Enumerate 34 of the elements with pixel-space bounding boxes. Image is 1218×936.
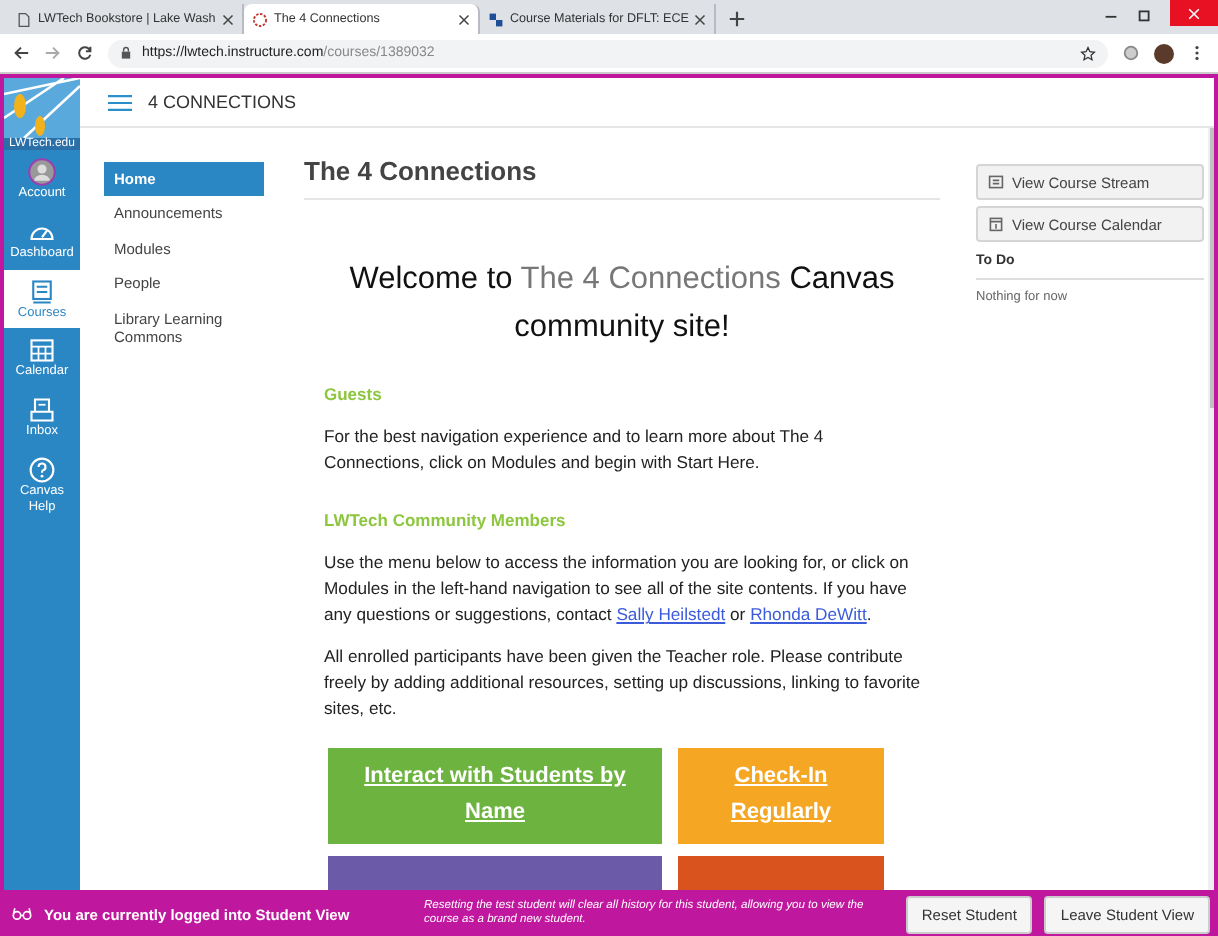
inbox-icon: [28, 396, 56, 425]
contact-link[interactable]: Sally Heilstedt: [616, 604, 726, 625]
contact-link[interactable]: Rhonda DeWitt: [750, 604, 867, 625]
close-icon: [1186, 5, 1202, 21]
loading-ring-icon: [252, 11, 268, 27]
breadcrumb[interactable]: 4 CONNECTIONS: [148, 92, 297, 112]
close-icon[interactable]: [694, 13, 707, 25]
calendar-icon: [988, 216, 1004, 232]
lock-icon: [120, 46, 132, 60]
extension-icon[interactable]: [1122, 44, 1140, 62]
back-icon[interactable]: [12, 44, 30, 62]
profile-avatar[interactable]: [1154, 43, 1174, 63]
calendar-icon: [28, 336, 56, 365]
stream-icon: [988, 174, 1004, 190]
page-title: The 4 Connections: [304, 156, 940, 200]
help-icon: [28, 455, 56, 484]
paragraph: For the best navigation experience and to learn more about The 4 Connections, click on Modules and begin with Start Here.: [324, 424, 826, 477]
reload-icon[interactable]: [76, 44, 94, 62]
glasses-icon: [12, 906, 32, 922]
new-tab-icon[interactable]: [728, 10, 746, 28]
book-icon: [28, 277, 56, 306]
restore-icon[interactable]: [1136, 6, 1154, 24]
star-icon[interactable]: [1080, 45, 1096, 61]
close-icon[interactable]: [222, 13, 234, 25]
section-heading: LWTech Community Members: [324, 509, 568, 530]
page-icon: [16, 11, 32, 27]
logo-drawing: [4, 78, 80, 138]
site-icon: [488, 11, 504, 27]
paragraph: All enrolled participants have been given the Teacher role. Please contribute freely by adding additional resources, setting up discussions, linking to favorite sites, etc.: [324, 643, 923, 723]
section-heading: Guests: [324, 384, 384, 405]
avatar-icon: [28, 158, 56, 186]
paragraph: Use the menu below to access the information you are looking for, or click on Modules in the left-hand navigation to see all of the site contents. If you have any questions or suggestions, contact Sally Heilstedt or Rhonda DeWitt.: [324, 549, 911, 629]
welcome-heading: Welcome to The 4 Connections Canvas community site!: [347, 260, 897, 349]
close-icon[interactable]: [458, 13, 470, 25]
